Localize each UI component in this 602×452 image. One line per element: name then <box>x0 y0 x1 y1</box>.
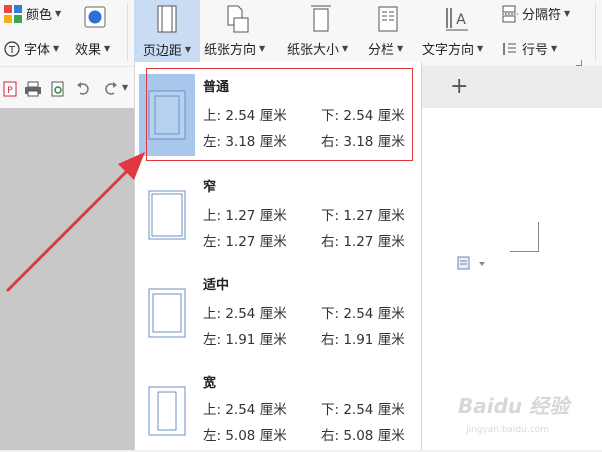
annotation-arrow-icon <box>6 152 145 292</box>
baidu-watermark-url: jingyan.baidu.com <box>466 425 550 435</box>
baidu-watermark-logo: Baidu 经验 <box>458 394 570 418</box>
